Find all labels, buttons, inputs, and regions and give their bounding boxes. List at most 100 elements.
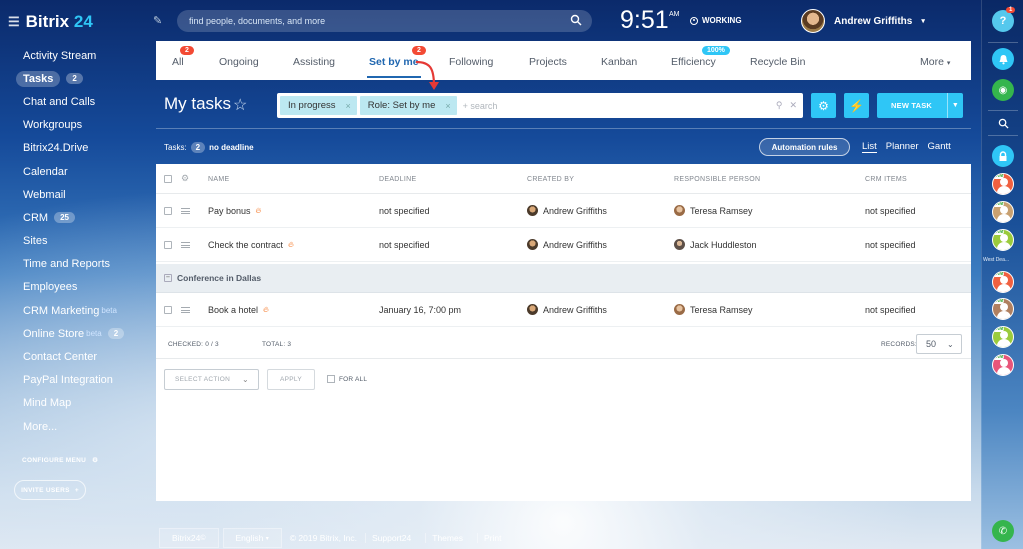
records-per-page-select[interactable]: 50 ⌄ [916, 334, 962, 354]
menu-icon[interactable]: ☰ [8, 14, 20, 30]
row-checkbox[interactable] [164, 207, 172, 215]
apply-button[interactable]: APPLY [267, 369, 315, 390]
task-name[interactable]: Check the contract 🔥︎ [208, 240, 294, 250]
row-checkbox[interactable] [164, 241, 172, 249]
sidebar-item-drive[interactable]: Bitrix24.Drive [0, 137, 155, 160]
task-created-by[interactable]: Andrew Griffiths [527, 205, 607, 216]
footer-link-print[interactable]: Print [476, 533, 507, 543]
footer-link-support[interactable]: Support24 [365, 533, 417, 543]
tab-ongoing[interactable]: Ongoing [219, 56, 259, 68]
tab-following[interactable]: Following [449, 56, 493, 68]
tab-recycle-bin[interactable]: Recycle Bin [750, 56, 805, 68]
sidebar-item-calendar[interactable]: Calendar [0, 160, 155, 183]
automation-rules-button[interactable]: Automation rules [759, 138, 850, 156]
column-header-name[interactable]: NAME [208, 176, 229, 183]
sidebar-item-workgroups[interactable]: Workgroups [0, 114, 155, 137]
filter-chip[interactable]: In progress × [280, 96, 357, 115]
task-deadline[interactable]: January 16, 7:00 pm [379, 305, 461, 315]
robots-button[interactable]: ⚡ [844, 93, 869, 118]
search-input[interactable]: find people, documents, and more [177, 10, 592, 32]
select-action-dropdown[interactable]: SELECT ACTION ⌄ [164, 369, 259, 390]
call-button[interactable]: ✆ [992, 520, 1014, 542]
tab-kanban[interactable]: Kanban [601, 56, 637, 68]
for-all-checkbox[interactable]: FOR ALL [327, 375, 367, 383]
group-label[interactable]: Conference in Dallas [177, 273, 261, 283]
sidebar-item-employees[interactable]: Employees [0, 276, 155, 299]
sidebar-item-contact-center[interactable]: Contact Center [0, 345, 155, 368]
view-gantt[interactable]: Gantt [928, 141, 951, 153]
filter-chip[interactable]: Role: Set by me × [359, 96, 457, 115]
task-created-by[interactable]: Andrew Griffiths [527, 304, 607, 315]
group-row[interactable]: – Conference in Dallas [156, 264, 971, 293]
column-header-responsible[interactable]: RESPONSIBLE PERSON [674, 176, 760, 183]
configure-menu-button[interactable]: CONFIGURE MENU ⚙ [22, 456, 98, 465]
task-deadline[interactable]: not specified [379, 240, 430, 250]
crm-contact-avatar[interactable]: CRM [992, 201, 1014, 223]
sidebar-item-crm[interactable]: CRM 25 [0, 206, 155, 229]
pencil-icon[interactable]: ✎ [153, 14, 162, 27]
drag-handle-icon[interactable] [181, 307, 190, 313]
language-select[interactable]: English ▾ [222, 528, 282, 548]
crm-contact-avatar[interactable]: CRM [992, 326, 1014, 348]
sidebar-item-paypal[interactable]: PayPal Integration [0, 369, 155, 392]
sidebar-item-activity-stream[interactable]: Activity Stream [0, 44, 155, 67]
crm-contact-avatar[interactable]: CRM [992, 298, 1014, 320]
sidebar-item-tasks[interactable]: Tasks 2 [0, 67, 155, 90]
task-deadline[interactable]: not specified [379, 206, 430, 216]
sidebar-item-mind-map[interactable]: Mind Map [0, 392, 155, 415]
tasks-note[interactable]: no deadline [209, 143, 253, 152]
table-row[interactable]: Pay bonus 🔥︎ not specified Andrew Griffit… [156, 194, 971, 228]
footer-link-themes[interactable]: Themes [425, 533, 469, 543]
search-icon[interactable]: ⚲ [776, 100, 783, 111]
user-menu[interactable]: Andrew Griffiths ▾ [801, 9, 925, 33]
task-responsible[interactable]: Jack Huddleston [674, 239, 757, 250]
tab-assisting[interactable]: Assisting [293, 56, 335, 68]
app-logo[interactable]: ☰ Bitrix 24 [8, 12, 93, 32]
messenger-button[interactable]: ◉ [992, 79, 1014, 101]
view-list[interactable]: List [862, 141, 877, 153]
task-name[interactable]: Book a hotel 🔥︎ [208, 305, 269, 315]
task-created-by[interactable]: Andrew Griffiths [527, 239, 607, 250]
task-name[interactable]: Pay bonus 🔥︎ [208, 206, 261, 216]
column-header-crm-items[interactable]: CRM ITEMS [865, 176, 907, 183]
filter-search-field[interactable]: In progress × Role: Set by me × + search ⚲… [277, 93, 803, 118]
notifications-button[interactable] [992, 48, 1014, 70]
search-contacts-button[interactable] [992, 112, 1014, 134]
search-icon[interactable] [570, 14, 582, 26]
table-row[interactable]: Book a hotel 🔥︎ January 16, 7:00 pm Andre… [156, 293, 971, 327]
view-planner[interactable]: Planner [886, 141, 919, 153]
sidebar-item-webmail[interactable]: Webmail [0, 183, 155, 206]
checkbox[interactable] [327, 375, 335, 383]
sidebar-item-more[interactable]: More... [0, 415, 155, 438]
close-icon[interactable]: × [445, 101, 450, 111]
sidebar-item-crm-marketing[interactable]: CRM Marketing beta [0, 299, 155, 322]
star-icon[interactable]: ☆ [233, 95, 247, 115]
select-all-checkbox[interactable] [164, 175, 172, 183]
row-checkbox[interactable] [164, 306, 172, 314]
tab-efficiency[interactable]: Efficiency 100% [671, 46, 730, 68]
filter-search-placeholder[interactable]: + search [463, 101, 498, 111]
sidebar-item-chat[interactable]: Chat and Calls [0, 90, 155, 113]
brand-button[interactable]: Bitrix24 © [159, 528, 219, 548]
work-status[interactable]: WORKING [690, 16, 742, 25]
crm-contact-avatar[interactable]: CRM [992, 229, 1014, 251]
drag-handle-icon[interactable] [181, 242, 190, 248]
close-icon[interactable]: × [346, 101, 351, 111]
sidebar-item-time-reports[interactable]: Time and Reports [0, 253, 155, 276]
invite-users-button[interactable]: INVITE USERS + [14, 480, 86, 500]
tab-all[interactable]: All 2 [172, 46, 194, 68]
lock-button[interactable] [992, 145, 1014, 167]
clock-time[interactable]: 9:51 [620, 6, 669, 35]
sidebar-item-online-store[interactable]: Online Store beta 2 [0, 322, 155, 345]
drag-handle-icon[interactable] [181, 208, 190, 214]
settings-button[interactable]: ⚙ [811, 93, 836, 118]
crm-contact-avatar[interactable]: CRM [992, 354, 1014, 376]
crm-contact-avatar[interactable]: CRM [992, 271, 1014, 293]
task-responsible[interactable]: Teresa Ramsey [674, 304, 753, 315]
column-header-created-by[interactable]: CREATED BY [527, 176, 574, 183]
sidebar-item-sites[interactable]: Sites [0, 230, 155, 253]
gear-icon[interactable]: ⚙ [181, 173, 189, 184]
tab-projects[interactable]: Projects [529, 56, 567, 68]
table-row[interactable]: Check the contract 🔥︎ not specified Andre… [156, 228, 971, 262]
clear-icon[interactable]: ✕ [789, 100, 797, 111]
